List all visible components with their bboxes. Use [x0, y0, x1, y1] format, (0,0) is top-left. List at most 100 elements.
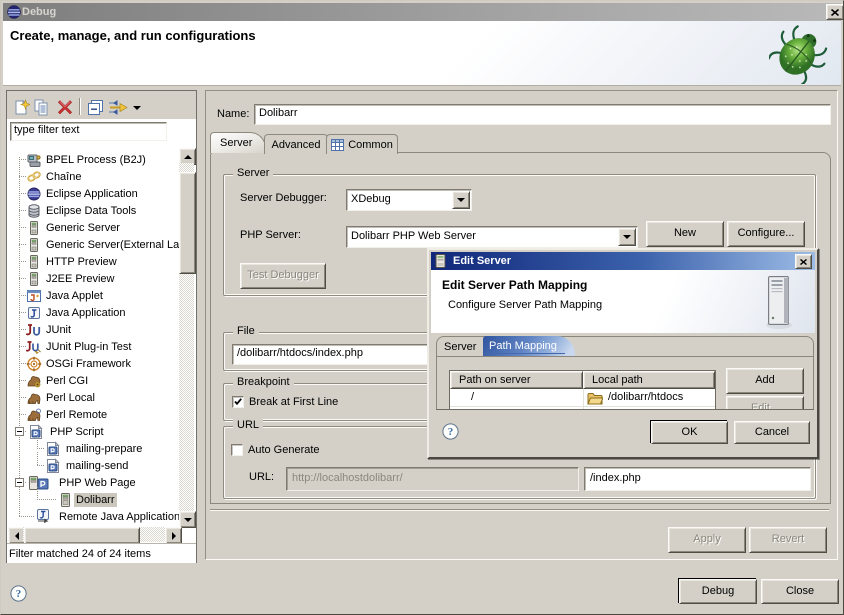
- scroll-right-button[interactable]: [165, 527, 182, 543]
- scrollbar-thumb[interactable]: [179, 172, 196, 274]
- add-mapping-button[interactable]: Add: [726, 368, 804, 394]
- tree-item-php-script[interactable]: PHP Script: [7, 423, 196, 440]
- tab-advanced[interactable]: Advanced: [264, 134, 328, 154]
- banner-divider: [3, 85, 841, 86]
- edit-server-help-button[interactable]: ?: [442, 423, 459, 440]
- configure-server-button[interactable]: Configure...: [727, 221, 805, 247]
- collapse-all-icon[interactable]: [87, 99, 104, 116]
- remote-java-icon: [35, 508, 53, 525]
- debug-button[interactable]: Debug: [679, 579, 757, 604]
- tree-item-label: Generic Server: [44, 221, 122, 235]
- filter-input[interactable]: type filter text: [10, 122, 167, 141]
- tree-item-java-application[interactable]: Java Application: [7, 304, 196, 321]
- php-script-icon: [45, 441, 61, 457]
- tree-item-eclipse-data-tools[interactable]: Eclipse Data Tools: [7, 202, 196, 219]
- new-config-icon[interactable]: [13, 99, 30, 116]
- break-first-line-checkbox[interactable]: [232, 396, 244, 408]
- edit-server-titlebar[interactable]: Edit Server: [431, 252, 815, 270]
- arrow-right-icon: [172, 532, 176, 540]
- java-application-icon: [26, 305, 42, 321]
- folder-open-icon: [587, 392, 603, 405]
- tree-item-j2ee-preview[interactable]: J2EE Preview: [7, 270, 196, 287]
- close-icon: [800, 259, 807, 265]
- base-url-input-disabled[interactable]: http://localhostdolibarr/: [286, 467, 579, 491]
- tree-item-generic-server-external[interactable]: Generic Server(External La: [7, 236, 196, 253]
- name-input[interactable]: Dolibarr: [254, 104, 831, 125]
- tree-item-eclipse-application[interactable]: Eclipse Application: [7, 185, 196, 202]
- tab-server[interactable]: Server: [210, 132, 266, 153]
- edit-mapping-button[interactable]: Edit...: [726, 396, 804, 409]
- tree-hscrollbar[interactable]: [8, 527, 180, 542]
- edit-server-subheading: Configure Server Path Mapping: [448, 299, 602, 311]
- server-group-title: Server: [233, 167, 273, 179]
- server-icon: [26, 254, 42, 270]
- tree-vscrollbar[interactable]: [179, 148, 194, 526]
- url-path-input[interactable]: /index.php: [584, 467, 811, 491]
- arrow-up-icon: [184, 155, 192, 159]
- tree-item-php-web-page[interactable]: PHP Web Page: [7, 474, 196, 491]
- tree-item-label: Eclipse Application: [44, 187, 140, 201]
- perl-camel-icon: [26, 373, 42, 389]
- tree-item-perl-cgi[interactable]: Perl CGI: [7, 372, 196, 389]
- tree-item-bpel[interactable]: BPEL Process (B2J): [7, 151, 196, 168]
- tree-item-junit-plugin[interactable]: JUnit Plug-in Test: [7, 338, 196, 355]
- cell-local-path: /dolibarr/htdocs: [608, 391, 683, 403]
- help-button[interactable]: ?: [10, 585, 27, 602]
- combo-dropdown-button[interactable]: [452, 191, 470, 209]
- base-url-value: http://localhostdolibarr/: [292, 472, 403, 484]
- tree-item-dolibarr[interactable]: Dolibarr: [7, 491, 196, 508]
- column-header-path-on-server[interactable]: Path on server: [450, 371, 583, 389]
- tree-item-chaine[interactable]: Chaîne: [7, 168, 196, 185]
- edit-tab-path-mapping[interactable]: Path Mapping: [483, 336, 575, 356]
- tree-item-label: mailing-send: [64, 459, 130, 473]
- apply-button[interactable]: Apply: [668, 527, 746, 553]
- file-input-value: /dolibarr/htdocs/index.php: [237, 347, 363, 359]
- toolbar-dropdown-arrow-icon[interactable]: [133, 106, 141, 110]
- close-button[interactable]: Close: [761, 579, 839, 604]
- collapse-expander-icon[interactable]: [15, 427, 24, 436]
- tree-item-mailing-send[interactable]: mailing-send: [7, 457, 196, 474]
- edit-server-close-button[interactable]: [795, 254, 812, 269]
- column-header-local-path[interactable]: Local path: [583, 371, 715, 389]
- scroll-down-button[interactable]: [179, 511, 196, 528]
- server-debugger-combo[interactable]: XDebug: [346, 189, 472, 211]
- debug-beetle-icon: [769, 24, 829, 84]
- combo-dropdown-button[interactable]: [618, 228, 636, 246]
- tree-item-generic-server[interactable]: Generic Server: [7, 219, 196, 236]
- selected-tab-underline: [485, 353, 565, 354]
- duplicate-icon[interactable]: [33, 99, 50, 116]
- tree-item-perl-local[interactable]: Perl Local: [7, 389, 196, 406]
- junit-icon: [26, 322, 42, 338]
- filter-icon[interactable]: [108, 99, 128, 116]
- new-server-button[interactable]: New: [646, 221, 724, 247]
- tree-item-http-preview[interactable]: HTTP Preview: [7, 253, 196, 270]
- php-web-page-icon: [28, 475, 52, 491]
- auto-generate-label: Auto Generate: [248, 444, 320, 456]
- tree-item-junit[interactable]: JUnit: [7, 321, 196, 338]
- php-script-icon: [28, 424, 44, 440]
- php-server-label: PHP Server:: [240, 229, 301, 241]
- window-close-button[interactable]: [826, 4, 844, 20]
- test-debugger-button[interactable]: Test Debugger: [240, 263, 326, 289]
- server-tower-image: [765, 275, 793, 330]
- revert-button[interactable]: Revert: [749, 527, 827, 553]
- cancel-button[interactable]: Cancel: [734, 421, 810, 444]
- tree-item-label: JUnit Plug-in Test: [44, 340, 133, 354]
- check-icon: [233, 397, 243, 407]
- tab-common[interactable]: Common: [326, 134, 398, 154]
- url-label: URL:: [249, 471, 274, 483]
- tree-item-osgi[interactable]: OSGi Framework: [7, 355, 196, 372]
- collapse-expander-icon[interactable]: [15, 478, 24, 487]
- edit-tab-server[interactable]: Server: [444, 341, 476, 353]
- tree-item-remote-java[interactable]: Remote Java Application: [7, 508, 196, 525]
- delete-icon[interactable]: [57, 99, 73, 115]
- window-titlebar[interactable]: Debug: [3, 3, 841, 21]
- php-server-combo[interactable]: Dolibarr PHP Web Server: [346, 226, 638, 248]
- scrollbar-thumb[interactable]: [24, 527, 140, 543]
- tree-item-perl-remote[interactable]: Perl Remote: [7, 406, 196, 423]
- ok-button[interactable]: OK: [651, 421, 728, 444]
- auto-generate-checkbox[interactable]: [231, 444, 243, 456]
- tree-item-mailing-prepare[interactable]: mailing-prepare: [7, 440, 196, 457]
- tree-item-java-applet[interactable]: Java Applet: [7, 287, 196, 304]
- server-icon: [26, 220, 42, 236]
